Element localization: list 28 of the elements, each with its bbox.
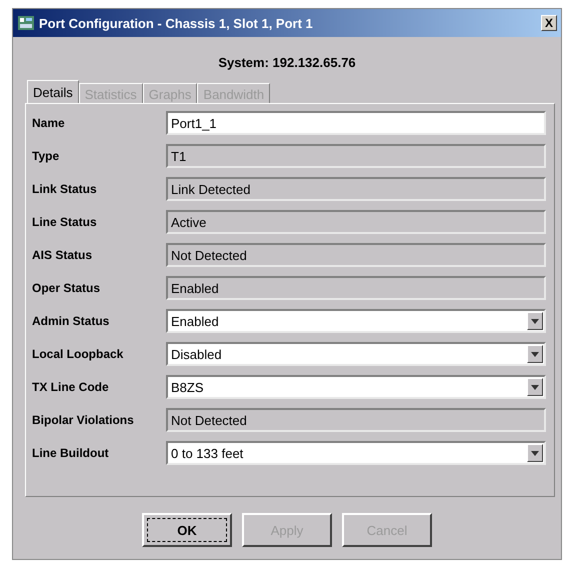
field-label: Line Status xyxy=(32,215,98,229)
field-label: AIS Status xyxy=(32,248,94,262)
window-title: Port Configuration - Chassis 1, Slot 1, Port 1 xyxy=(39,16,314,30)
field-label: Oper Status xyxy=(32,281,102,295)
readonly-field: Not Detected xyxy=(166,408,546,432)
readonly-field: Enabled xyxy=(166,276,546,300)
dropdown[interactable]: 0 to 133 feet xyxy=(166,441,546,465)
tab[interactable]: Details xyxy=(27,80,79,103)
readonly-field: Active xyxy=(166,210,546,234)
field-label: Admin Status xyxy=(32,314,110,328)
input-field[interactable]: Port1_1 xyxy=(166,111,546,135)
field-label: Bipolar Violations xyxy=(32,413,135,427)
field-label: TX Line Code xyxy=(32,380,110,394)
dropdown[interactable]: Enabled xyxy=(166,309,546,333)
close-button[interactable]: X xyxy=(541,15,557,31)
field-label: Line Buildout xyxy=(32,446,110,460)
dropdown[interactable]: B8ZS xyxy=(166,375,546,399)
field-label: Local Loopback xyxy=(32,347,124,361)
app-icon xyxy=(17,14,35,32)
readonly-field: Not Detected xyxy=(166,243,546,267)
field-label: Type xyxy=(32,149,60,163)
field-label: Link Status xyxy=(32,182,98,196)
field-label: Name xyxy=(32,116,66,130)
readonly-field: Link Detected xyxy=(166,177,546,201)
readonly-field: T1 xyxy=(166,144,546,168)
dropdown[interactable]: Disabled xyxy=(166,342,546,366)
dialog-button[interactable]: OK xyxy=(142,513,232,547)
system-address: System: 192.132.65.76 xyxy=(218,55,356,71)
